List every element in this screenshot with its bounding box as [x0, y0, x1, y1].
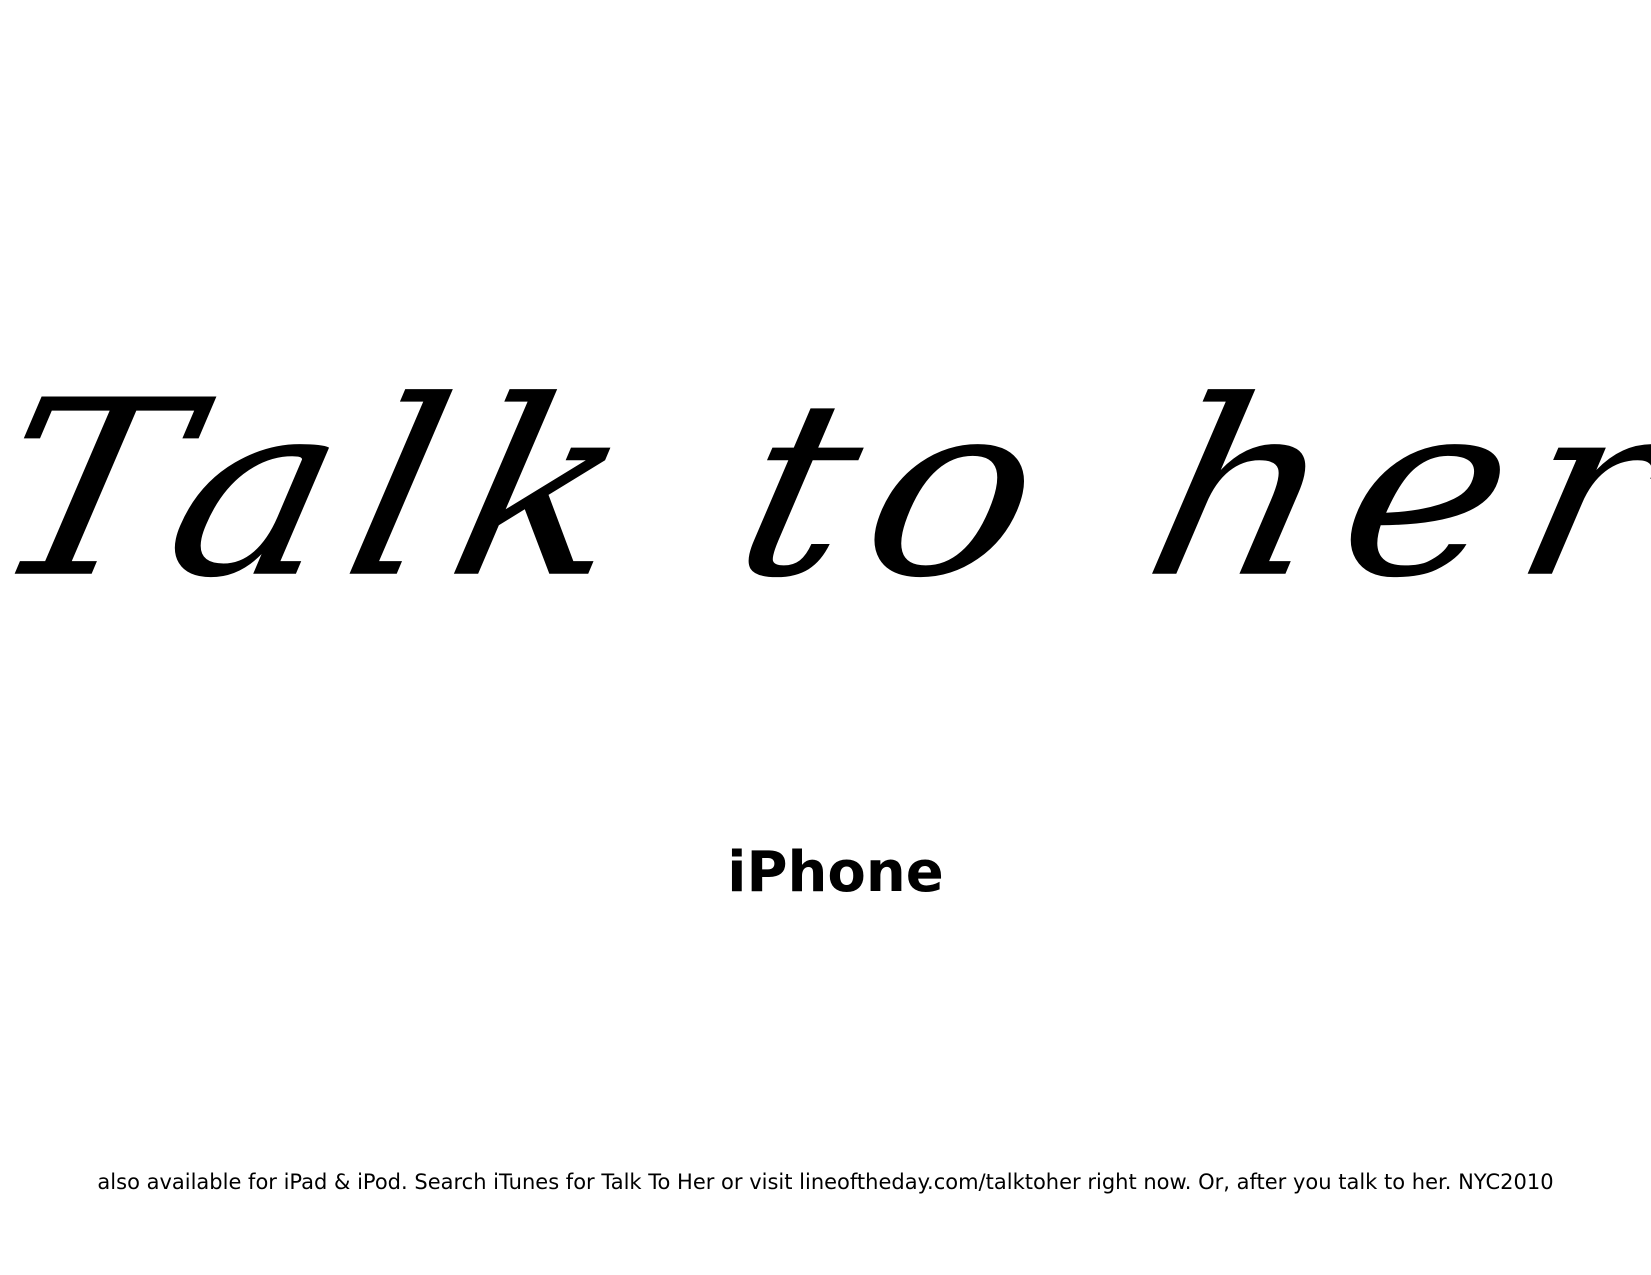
- headline-text: Talk to her: [0, 347, 1651, 632]
- headline: Talk to her: [0, 340, 1651, 660]
- footer-text: also available for iPad & iPod. Search i…: [97, 1170, 1554, 1194]
- poster-page: Talk to her iPhone also available for iP…: [0, 0, 1651, 1275]
- product-name: iPhone: [727, 840, 944, 905]
